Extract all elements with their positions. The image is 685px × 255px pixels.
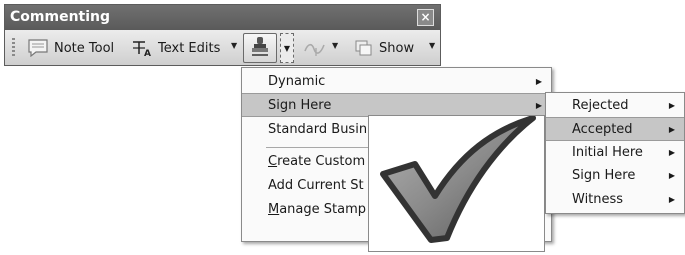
menu-item-sign-here[interactable]: Sign Here ▶ xyxy=(242,93,551,117)
stamp-dropdown-button[interactable]: ▼ xyxy=(280,33,294,63)
show-label: Show xyxy=(379,40,415,56)
sign-here-submenu: Rejected ▶ Accepted ▶ Initial Here ▶ Sig… xyxy=(545,92,685,214)
submenu-item-sign-here[interactable]: Sign Here ▶ xyxy=(546,164,684,188)
toolbar-title: Commenting xyxy=(10,9,111,25)
close-icon[interactable]: × xyxy=(417,9,434,26)
toolbar-title-bar[interactable]: Commenting × xyxy=(5,5,440,30)
commenting-toolbar: Commenting × Note Tool A Text Edits ▼ ▼ … xyxy=(4,4,441,66)
submenu-arrow-icon: ▶ xyxy=(668,195,675,204)
submenu-item-initial-here[interactable]: Initial Here ▶ xyxy=(546,141,684,165)
attach-icon xyxy=(302,39,328,57)
submenu-item-rejected[interactable]: Rejected ▶ xyxy=(546,94,684,118)
submenu-arrow-icon: ▶ xyxy=(535,77,542,86)
attach-tool-button[interactable] xyxy=(302,34,333,62)
text-edits-dropdown-arrow[interactable]: ▼ xyxy=(231,41,237,50)
checkmark-icon xyxy=(380,115,536,243)
submenu-item-accepted[interactable]: Accepted ▶ xyxy=(546,117,684,141)
submenu-arrow-icon: ▶ xyxy=(668,125,675,134)
menu-item-dynamic[interactable]: Dynamic ▶ xyxy=(242,70,551,94)
stamp-tool-button[interactable] xyxy=(243,33,277,63)
submenu-arrow-icon: ▶ xyxy=(668,171,675,180)
toolbar-buttons-row: Note Tool A Text Edits ▼ ▼ ▼ Show ▼ xyxy=(5,30,440,65)
toolbar-grip-handle[interactable] xyxy=(12,38,15,58)
stamp-icon xyxy=(250,35,270,61)
text-edits-label: Text Edits xyxy=(158,40,221,56)
note-icon xyxy=(27,39,49,57)
show-button[interactable]: Show xyxy=(354,34,414,62)
text-edits-icon: A xyxy=(131,38,153,58)
text-edits-button[interactable]: A Text Edits xyxy=(131,34,220,62)
submenu-item-witness[interactable]: Witness ▶ xyxy=(546,188,684,212)
note-tool-label: Note Tool xyxy=(54,40,115,56)
show-icon xyxy=(354,39,374,57)
svg-text:A: A xyxy=(144,49,151,58)
attach-dropdown-arrow[interactable]: ▼ xyxy=(332,41,338,50)
stamp-preview xyxy=(368,115,545,252)
submenu-arrow-icon: ▶ xyxy=(668,148,675,157)
submenu-arrow-icon: ▶ xyxy=(668,101,675,110)
show-dropdown-arrow[interactable]: ▼ xyxy=(429,41,435,50)
note-tool-button[interactable]: Note Tool xyxy=(27,34,114,62)
